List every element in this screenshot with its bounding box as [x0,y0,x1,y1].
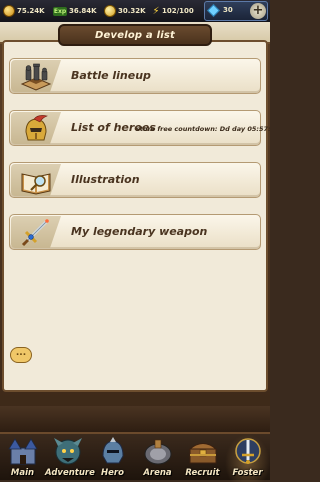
list-of-heroes-row[interactable]: List of heroes store free countdown: Dd … [9,110,271,146]
stamina-resource: ⚡ 102/100 [152,3,194,19]
chessboard-icon [20,63,52,91]
legendary-weapon-row[interactable]: My legendary weapon [9,214,261,250]
helmet-icon [25,115,49,141]
row-label: Battle lineup [71,69,151,82]
exp-icon: Exp [53,6,67,16]
bottom-strip [0,406,270,432]
stamina-value: 102/100 [162,7,194,15]
resource-bar: 75.24K Exp 36.84K 30.32K ⚡ 102/100 30 + [0,0,270,23]
lightning-icon: ⚡ [152,5,160,17]
exp-value: 36.84K [69,7,97,15]
foster-sword-icon [235,438,261,464]
panel-title: Develop a list [95,29,175,41]
nav-main[interactable]: Main [0,434,45,482]
store-countdown-text: store free countdown: Dd day 05:57: [136,125,271,133]
bottom-nav: Main Adventure Hero Arena Recruit Foster [0,432,270,482]
panel-title-plate: Develop a list [58,24,212,46]
monster-icon [54,438,82,465]
nav-recruit[interactable]: Recruit [180,434,225,482]
gold-icon [3,5,15,17]
row-label: Illustration [71,173,140,186]
coin-icon [104,5,116,17]
add-diamonds-button[interactable]: + [250,3,266,19]
nav-hero[interactable]: Hero [90,434,135,482]
nav-label: Recruit [185,468,220,478]
row-label: My legendary weapon [71,225,208,238]
coin-resource: 30.32K [104,3,146,19]
arena-icon [144,439,172,465]
nav-foster[interactable]: Foster [225,434,270,482]
coin-value: 30.32K [118,7,146,15]
illustration-row[interactable]: Illustration [9,162,261,198]
nav-label: Arena [143,468,172,478]
battle-lineup-row[interactable]: Battle lineup [9,58,261,94]
hero-helmet-icon [102,437,124,464]
nav-label: Adventure [45,468,95,478]
exp-resource: Exp 36.84K [53,3,97,19]
nav-adventure[interactable]: Adventure [45,434,95,482]
castle-icon [8,438,38,465]
chest-icon [188,443,218,464]
nav-label: Hero [101,468,124,478]
gold-value: 75.24K [17,7,45,15]
nav-arena[interactable]: Arena [135,434,180,482]
diamond-resource: 30 + [204,1,268,21]
chat-bubble-icon[interactable]: ... [10,347,32,363]
sword-icon [21,219,49,247]
diamond-icon [207,4,220,17]
nav-label: Main [10,468,35,478]
book-icon [21,173,51,195]
nav-label: Foster [232,468,263,478]
diamond-value: 30 [223,6,233,14]
gold-resource: 75.24K [3,3,45,19]
